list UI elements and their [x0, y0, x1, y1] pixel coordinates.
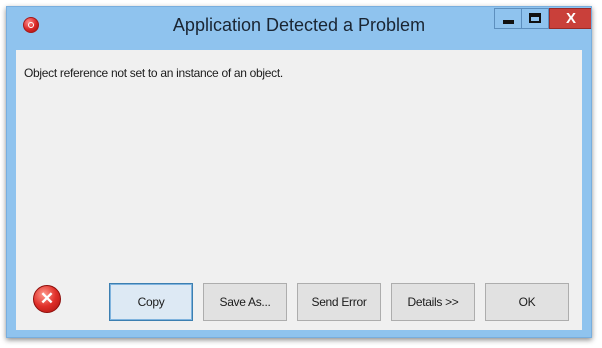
maximize-icon	[529, 13, 541, 23]
ok-button[interactable]: OK	[485, 283, 569, 321]
error-dialog-window: Application Detected a Problem X Object …	[6, 6, 592, 338]
minimize-icon	[503, 20, 514, 24]
details-button[interactable]: Details >>	[391, 283, 475, 321]
send-error-button[interactable]: Send Error	[297, 283, 381, 321]
close-button[interactable]: X	[549, 8, 591, 29]
window-title: Application Detected a Problem	[172, 15, 426, 35]
error-circle-icon: ✕	[33, 285, 61, 313]
title-bar[interactable]: Application Detected a Problem X	[7, 7, 591, 45]
close-icon: X	[565, 10, 576, 27]
maximize-button[interactable]	[522, 8, 549, 29]
save-as-button[interactable]: Save As...	[203, 283, 287, 321]
error-badge-icon	[23, 17, 39, 33]
dialog-content: Object reference not set to an instance …	[16, 50, 582, 330]
copy-button[interactable]: Copy	[109, 283, 193, 321]
minimize-button[interactable]	[494, 8, 522, 29]
error-x-glyph: ✕	[39, 289, 55, 308]
error-message: Object reference not set to an instance …	[24, 66, 283, 80]
